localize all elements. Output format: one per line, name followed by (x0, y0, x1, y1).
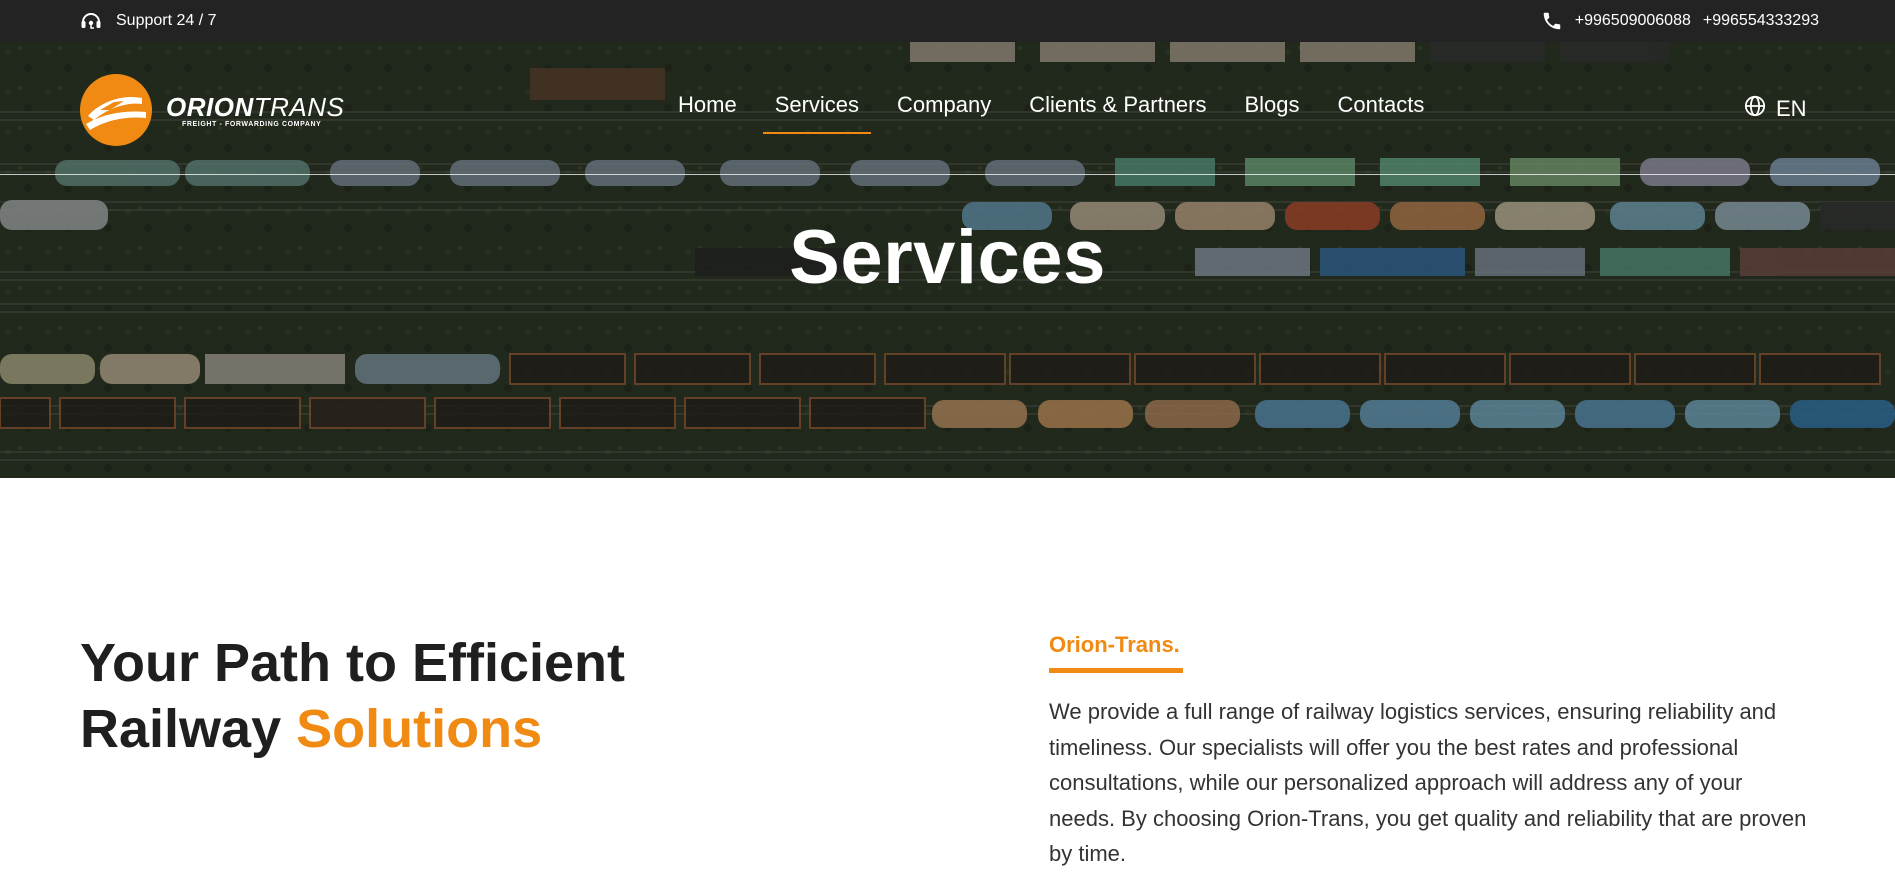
phone-icon (1541, 10, 1563, 32)
hero-divider (0, 174, 1895, 175)
page-title: Services (789, 215, 1106, 300)
support-info[interactable]: Support 24 / 7 (80, 0, 217, 42)
globe-icon (1744, 95, 1766, 123)
phone-link-1[interactable]: +996509006088 (1575, 12, 1691, 30)
site-logo[interactable]: ORIONTRANS FREIGHT - FORWARDING COMPANY (80, 74, 344, 146)
services-description: We provide a full range of railway logis… (1049, 699, 1807, 866)
phone-link-2[interactable]: +996554333293 (1703, 12, 1819, 30)
top-bar: Support 24 / 7 +996509006088 +9965543332… (0, 0, 1895, 42)
language-label: EN (1776, 96, 1807, 121)
logo-tagline: FREIGHT - FORWARDING COMPANY (182, 120, 322, 128)
nav-home[interactable]: Home (678, 92, 737, 126)
main-navigation: Home Services Company Clients & Partners… (678, 92, 1425, 134)
phone-numbers: +996509006088 +996554333293 (1541, 0, 1819, 42)
nav-clients-partners[interactable]: Clients & Partners (1029, 92, 1206, 126)
headset-icon (80, 11, 102, 31)
nav-company[interactable]: Company (897, 92, 991, 126)
support-label: Support 24 / 7 (116, 12, 217, 29)
logo-wordmark: ORIONTRANS (166, 91, 345, 122)
language-switcher[interactable]: EN (1744, 95, 1807, 123)
nav-services[interactable]: Services (762, 92, 872, 134)
brand-underline (1049, 668, 1183, 673)
section-heading: Your Path to Efficient Railway Solutions (80, 633, 626, 759)
train-logo-icon (80, 74, 152, 146)
nav-blogs[interactable]: Blogs (1245, 92, 1300, 126)
hero-banner: ORIONTRANS FREIGHT - FORWARDING COMPANY … (0, 42, 1895, 478)
brand-label: Orion-Trans. (1049, 632, 1180, 657)
nav-contacts[interactable]: Contacts (1338, 92, 1425, 126)
heading-accent: Solutions (296, 699, 543, 759)
